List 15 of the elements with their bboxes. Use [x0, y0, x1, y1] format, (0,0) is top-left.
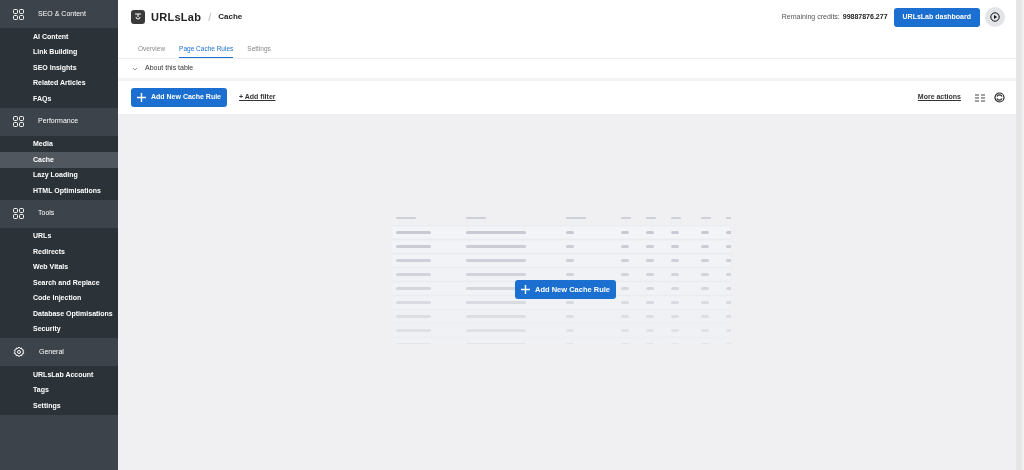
play-button[interactable] — [985, 7, 1005, 27]
grid-icon — [13, 8, 24, 20]
chevron-icon — [132, 65, 138, 72]
refresh-icon[interactable] — [994, 92, 1005, 103]
page-title: Cache — [218, 11, 243, 23]
breadcrumb-separator: / — [208, 9, 212, 25]
columns-icon[interactable] — [975, 93, 985, 102]
grid-icon — [13, 116, 24, 127]
brand-name: URLsLab — [151, 9, 202, 25]
play-icon — [990, 12, 1000, 22]
plus-icon — [137, 93, 146, 102]
settings-icon — [13, 346, 25, 358]
logo-icon — [131, 10, 145, 24]
grid-icon — [13, 208, 24, 219]
plus-icon — [521, 285, 530, 294]
